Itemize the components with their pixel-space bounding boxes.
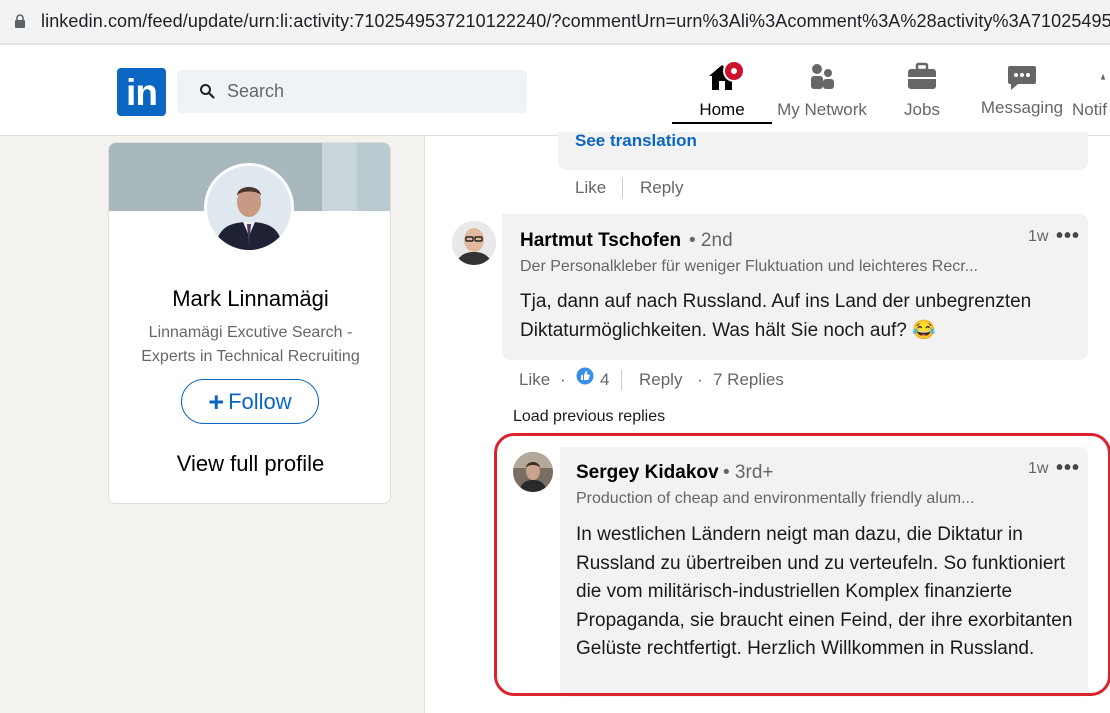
- divider: [621, 370, 622, 390]
- nav-messaging[interactable]: Messaging: [978, 60, 1066, 118]
- chat-icon: [1008, 66, 1036, 90]
- nav-notifications-label: Notif: [1072, 100, 1107, 119]
- more-options-icon[interactable]: •••: [1056, 225, 1080, 248]
- like-button[interactable]: Like: [519, 370, 550, 390]
- profile-name[interactable]: Mark Linnamägi: [109, 286, 390, 312]
- reaction-count[interactable]: 4: [600, 370, 609, 390]
- search-input[interactable]: [227, 70, 517, 113]
- commenter-headline: Der Personalkleber für weniger Fluktuati…: [520, 258, 978, 275]
- browser-toolbar: linkedin.com/feed/update/urn:li:activity…: [0, 0, 1110, 45]
- profile-headline: Linnamägi Excutive Search - Experts in T…: [141, 324, 360, 365]
- follow-label: Follow: [228, 388, 292, 414]
- top-navigation: in Home My Network Jobs: [0, 45, 1110, 136]
- replies-count-link[interactable]: 7 Replies: [713, 370, 784, 390]
- search-icon: [200, 84, 215, 99]
- profile-avatar[interactable]: [204, 163, 294, 253]
- address-bar[interactable]: linkedin.com/feed/update/urn:li:activity…: [0, 0, 1110, 43]
- view-full-profile-link[interactable]: View full profile: [109, 451, 390, 477]
- url-text[interactable]: linkedin.com/feed/update/urn:li:activity…: [41, 11, 1110, 32]
- follow-button[interactable]: + Follow: [181, 379, 319, 424]
- prev-like-button[interactable]: Like: [575, 178, 606, 198]
- bell-icon: [1100, 73, 1106, 80]
- see-translation-link[interactable]: See translation: [575, 131, 697, 151]
- plus-icon: +: [208, 386, 225, 417]
- nav-my-network-label: My Network: [777, 100, 867, 119]
- nav-home-label: Home: [699, 100, 745, 119]
- connection-degree: • 2nd: [689, 230, 733, 251]
- nav-messaging-label: Messaging: [980, 98, 1064, 117]
- comment-text: Tja, dann auf nach Russland. Auf ins Lan…: [520, 291, 1032, 341]
- prev-reply-button[interactable]: Reply: [640, 178, 683, 198]
- profile-card: Mark Linnamägi Linnamägi Excutive Search…: [108, 142, 391, 504]
- nav-my-network[interactable]: My Network: [772, 60, 872, 120]
- highlight-annotation: [494, 433, 1110, 696]
- comment-time: 1w: [1028, 228, 1049, 245]
- nav-jobs-label: Jobs: [904, 100, 940, 119]
- briefcase-icon: [908, 62, 936, 89]
- commenter-avatar[interactable]: [452, 221, 496, 265]
- reaction-dot: ·: [560, 370, 566, 389]
- lock-icon: [15, 14, 25, 28]
- commenter-name[interactable]: Hartmut Tschofen: [520, 230, 681, 252]
- search-box[interactable]: [177, 70, 527, 113]
- nav-notifications[interactable]: Notif: [1072, 60, 1110, 120]
- nav-home[interactable]: Home: [672, 60, 772, 120]
- separator-dot: ·: [697, 370, 703, 389]
- linkedin-logo[interactable]: in: [117, 68, 166, 116]
- load-previous-replies-link[interactable]: Load previous replies: [513, 408, 665, 426]
- notification-badge: [723, 60, 745, 82]
- like-reaction-icon[interactable]: [576, 367, 594, 385]
- active-tab-indicator: [672, 122, 772, 124]
- reply-button[interactable]: Reply: [639, 370, 682, 390]
- divider: [622, 178, 623, 198]
- nav-jobs[interactable]: Jobs: [880, 60, 964, 120]
- people-icon: [811, 64, 834, 89]
